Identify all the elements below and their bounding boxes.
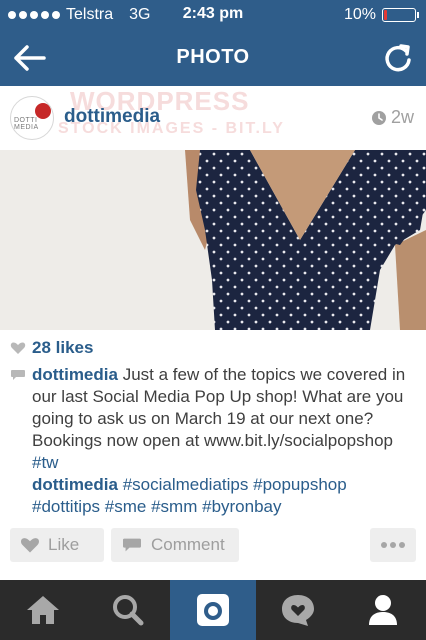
- hashtag-link[interactable]: #popupshop: [253, 475, 347, 494]
- nav-bar: PHOTO: [0, 30, 426, 86]
- search-icon: [112, 595, 144, 626]
- post-photo[interactable]: [0, 150, 426, 330]
- home-icon: [26, 596, 59, 624]
- tab-profile[interactable]: [341, 580, 426, 640]
- battery-fill: [384, 10, 387, 20]
- photo-image: [0, 150, 426, 330]
- tab-search[interactable]: [85, 580, 170, 640]
- comment-bubble-icon: [11, 370, 25, 380]
- post-caption: dottimedia Just a few of the topics we c…: [10, 364, 416, 474]
- status-right: 10%: [343, 6, 419, 24]
- comment-button-label: Comment: [151, 535, 225, 554]
- hashtag-link[interactable]: #byronbay: [202, 497, 281, 516]
- tab-bar: [0, 580, 426, 640]
- post-tags: dottimedia #socialmediatips #popupshop #…: [10, 474, 416, 518]
- activity-icon: [282, 595, 315, 626]
- post-actions: Like Comment: [0, 528, 426, 564]
- avatar-logo-text: DOTTI MEDIA: [14, 117, 39, 131]
- refresh-button[interactable]: [382, 42, 414, 74]
- profile-icon: [369, 595, 398, 625]
- likes-row[interactable]: 28 likes: [10, 338, 93, 358]
- status-bar: Telstra 3G 2:43 pm 10%: [0, 0, 426, 30]
- caption-text: dottimedia Just a few of the topics we c…: [32, 364, 416, 474]
- avatar[interactable]: DOTTI MEDIA: [10, 96, 54, 140]
- heart-icon: [21, 538, 39, 553]
- post-username[interactable]: dottimedia: [64, 106, 160, 128]
- caption-username[interactable]: dottimedia: [32, 365, 118, 384]
- tags-text: dottimedia #socialmediatips #popupshop #…: [32, 474, 416, 518]
- heart-icon: [10, 342, 26, 354]
- tags-username[interactable]: dottimedia: [32, 475, 118, 494]
- more-options-button[interactable]: [370, 528, 416, 562]
- comment-button[interactable]: Comment: [111, 528, 239, 562]
- comment-bubble-icon: [123, 538, 141, 552]
- like-button[interactable]: Like: [10, 528, 104, 562]
- tab-activity[interactable]: [256, 580, 341, 640]
- more-dots-icon: [381, 542, 405, 548]
- tab-camera[interactable]: [170, 580, 256, 640]
- likes-count: 28 likes: [32, 338, 94, 357]
- caption-hashtag[interactable]: #tw: [32, 453, 58, 472]
- hashtag-link[interactable]: #smm: [151, 497, 197, 516]
- hashtag-link[interactable]: #sme: [105, 497, 147, 516]
- camera-icon: [197, 594, 229, 626]
- post-timestamp: 2w: [371, 107, 414, 128]
- refresh-icon: [385, 44, 411, 72]
- hashtag-link[interactable]: #socialmediatips: [123, 475, 249, 494]
- post-time-ago: 2w: [390, 107, 414, 127]
- clock-icon: [371, 110, 386, 125]
- post-header: WORDPRESS STOCK IMAGES - BIT.LY DOTTI ME…: [0, 86, 426, 150]
- hashtag-link[interactable]: #dottitips: [32, 497, 100, 516]
- tab-home[interactable]: [0, 580, 85, 640]
- like-button-label: Like: [48, 535, 80, 554]
- battery-icon: [382, 8, 419, 22]
- page-title: PHOTO: [176, 46, 250, 68]
- battery-percent: 10%: [343, 6, 376, 23]
